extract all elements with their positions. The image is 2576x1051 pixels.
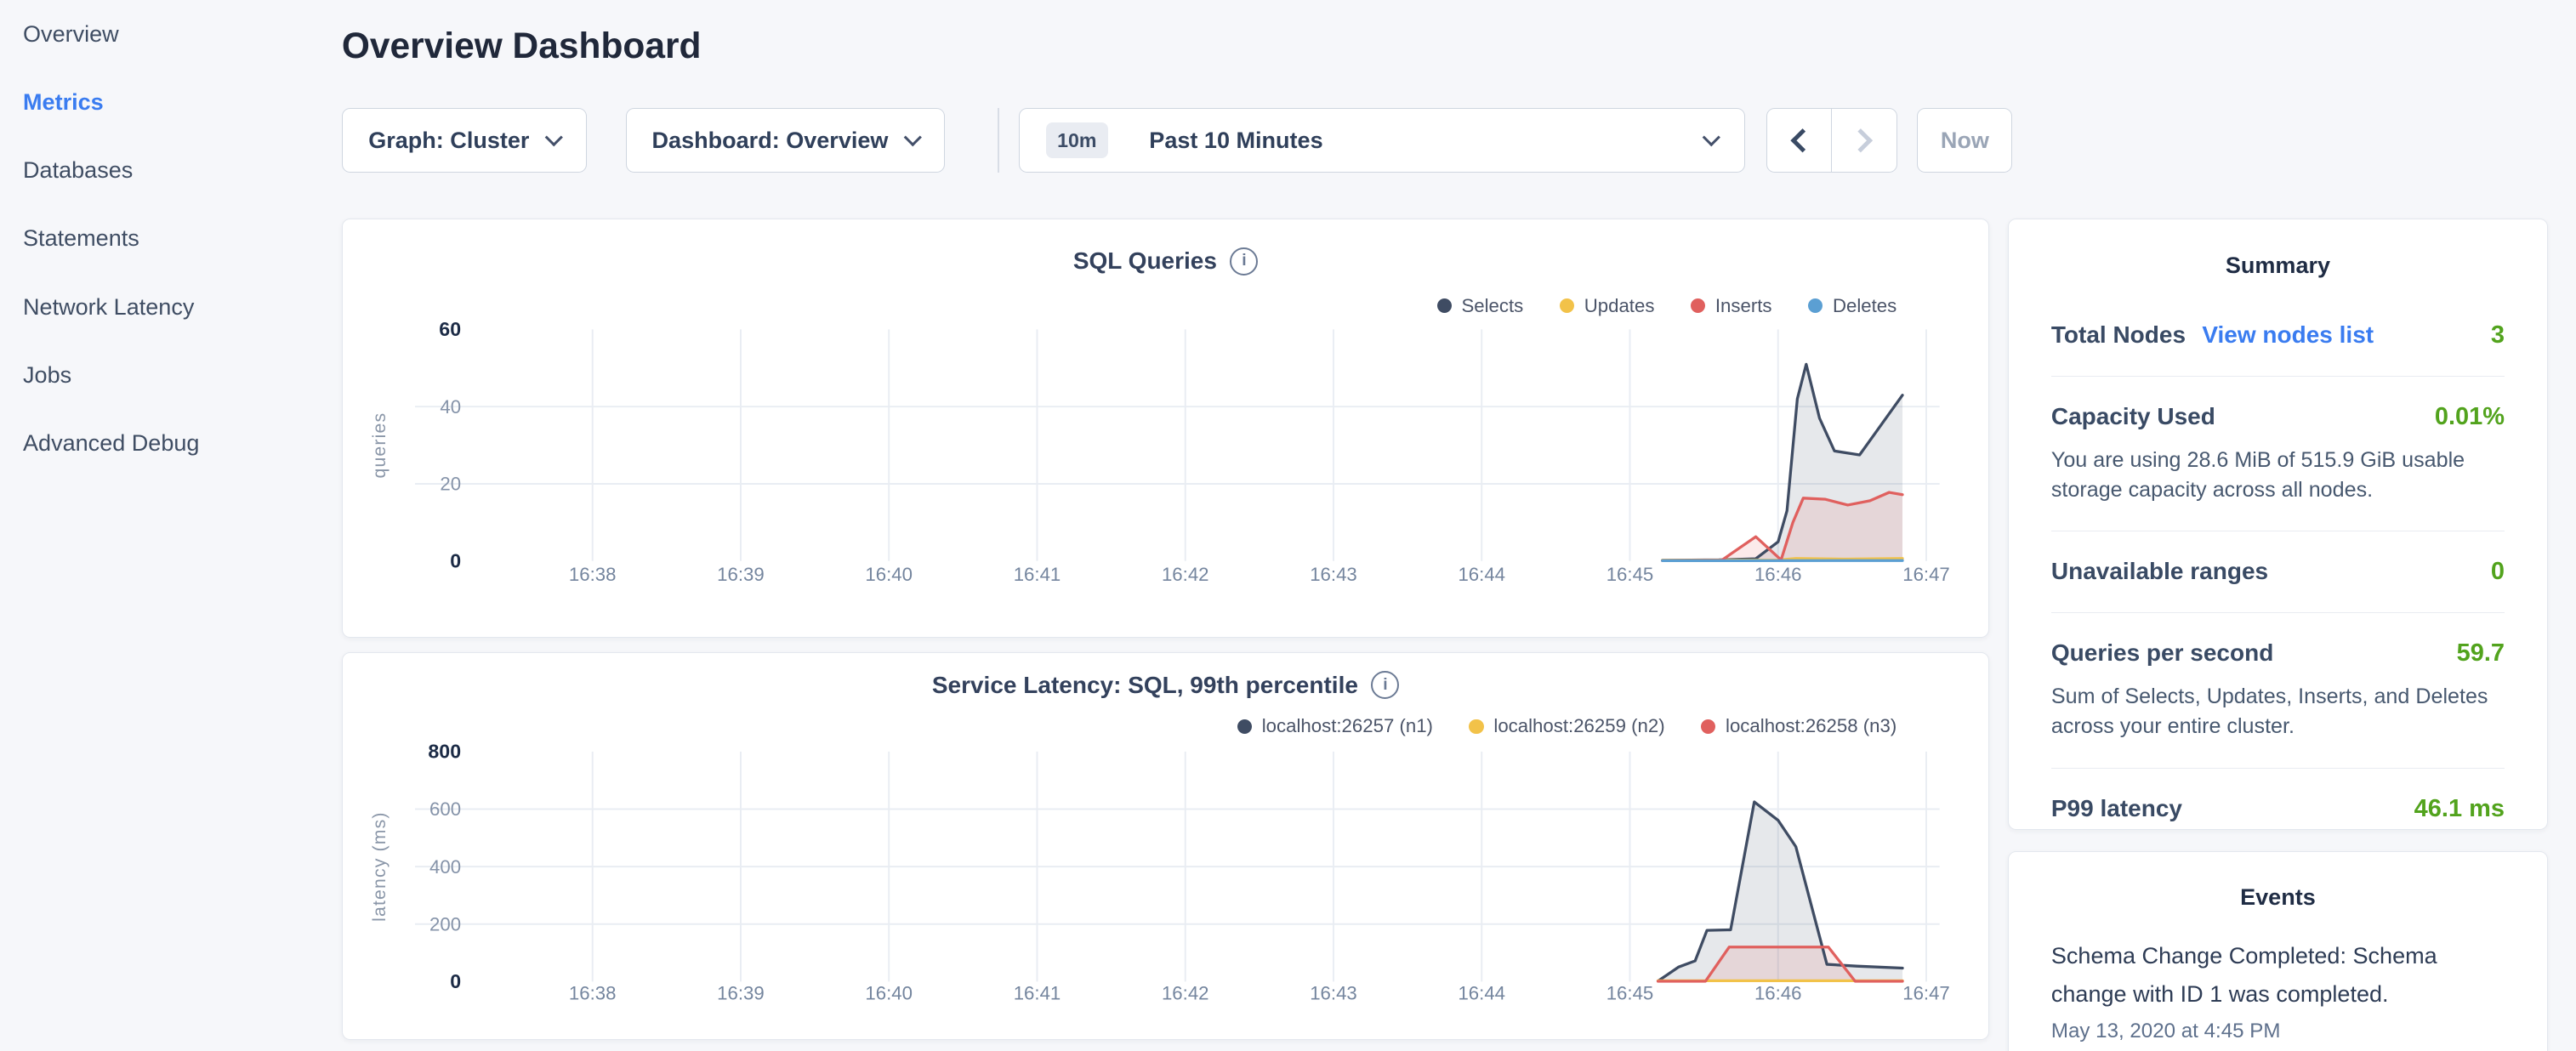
chevron-down-icon — [904, 128, 922, 146]
svg-text:16:47: 16:47 — [1902, 564, 1950, 585]
total-nodes-label: Total Nodes — [2051, 321, 2186, 349]
chevron-right-icon — [1849, 128, 1874, 153]
chart-card-sql-queries: SQL Queries i Selects Updates Inserts De… — [342, 219, 1990, 638]
summary-row-capacity: Capacity Used 0.01% You are using 28.6 M… — [2051, 377, 2505, 532]
sidebar-item-overview[interactable]: Overview — [0, 0, 328, 68]
event-item: Schema Change Completed: Schema change w… — [2051, 937, 2505, 1043]
time-range-dropdown[interactable]: 10m Past 10 Minutes — [1019, 108, 1745, 172]
svg-text:16:38: 16:38 — [569, 564, 617, 585]
svg-text:latency (ms): latency (ms) — [369, 811, 390, 922]
svg-text:400: 400 — [429, 856, 461, 878]
summary-row-total-nodes: Total Nodes View nodes list 3 — [2051, 295, 2505, 377]
toolbar: Graph: Cluster Dashboard: Overview 10m P… — [342, 108, 2017, 172]
svg-text:60: 60 — [439, 318, 461, 340]
capacity-used-description: You are using 28.6 MiB of 515.9 GiB usab… — [2051, 446, 2505, 505]
sidebar-item-statements[interactable]: Statements — [0, 204, 328, 272]
summary-row-p99-latency: P99 latency 46.1 ms — [2051, 769, 2505, 849]
previous-range-button[interactable] — [1767, 109, 1832, 171]
view-nodes-list-link[interactable]: View nodes list — [2202, 321, 2374, 349]
total-nodes-value: 3 — [2491, 321, 2505, 349]
queries-per-second-value: 59.7 — [2457, 639, 2505, 668]
sidebar-item-databases[interactable]: Databases — [0, 136, 328, 204]
chevron-down-icon — [1703, 128, 1720, 146]
sidebar-item-jobs[interactable]: Jobs — [0, 341, 328, 409]
svg-text:16:45: 16:45 — [1606, 564, 1654, 585]
chevron-left-icon — [1790, 128, 1815, 153]
time-range-pager — [1766, 108, 1898, 172]
graph-source-dropdown[interactable]: Graph: Cluster — [342, 108, 587, 172]
queries-per-second-description: Sum of Selects, Updates, Inserts, and De… — [2051, 682, 2505, 741]
toolbar-divider — [998, 108, 999, 172]
svg-text:0: 0 — [450, 970, 461, 992]
svg-text:16:46: 16:46 — [1754, 564, 1802, 585]
svg-text:16:43: 16:43 — [1310, 983, 1357, 1004]
svg-text:16:43: 16:43 — [1310, 564, 1357, 585]
events-title: Events — [2051, 884, 2505, 911]
svg-text:16:39: 16:39 — [717, 983, 765, 1004]
summary-row-qps: Queries per second 59.7 Sum of Selects, … — [2051, 613, 2505, 769]
p99-latency-label: P99 latency — [2051, 795, 2182, 822]
chevron-down-icon — [545, 128, 563, 146]
svg-text:16:44: 16:44 — [1458, 983, 1505, 1004]
svg-text:16:40: 16:40 — [865, 564, 913, 585]
now-button[interactable]: Now — [1917, 108, 2012, 172]
summary-title: Summary — [2051, 253, 2505, 279]
sidebar-item-advanced-debug[interactable]: Advanced Debug — [0, 409, 328, 477]
sidebar: Overview Metrics Databases Statements Ne… — [0, 0, 328, 477]
dashboard-label: Dashboard: Overview — [652, 128, 889, 154]
unavailable-ranges-label: Unavailable ranges — [2051, 558, 2268, 585]
svg-text:16:39: 16:39 — [717, 564, 765, 585]
summary-card: Summary Total Nodes View nodes list 3 Ca… — [2008, 219, 2549, 830]
events-card: Events Schema Change Completed: Schema c… — [2008, 851, 2549, 1051]
summary-row-unavailable-ranges: Unavailable ranges 0 — [2051, 531, 2505, 613]
svg-text:16:45: 16:45 — [1606, 983, 1654, 1004]
svg-text:16:47: 16:47 — [1902, 983, 1950, 1004]
svg-text:0: 0 — [450, 549, 461, 571]
chart-svg-sql-queries[interactable]: 16:38 16:39 16:40 16:41 16:42 16:43 16:44 16:45… — [343, 219, 1987, 635]
svg-text:16:42: 16:42 — [1162, 983, 1209, 1004]
p99-latency-value: 46.1 ms — [2414, 795, 2505, 823]
time-range-label: Past 10 Minutes — [1149, 128, 1322, 154]
capacity-used-value: 0.01% — [2435, 403, 2505, 431]
dashboard-dropdown[interactable]: Dashboard: Overview — [626, 108, 945, 172]
svg-text:20: 20 — [440, 474, 461, 495]
svg-text:16:41: 16:41 — [1014, 983, 1061, 1004]
capacity-used-label: Capacity Used — [2051, 403, 2215, 430]
time-range-badge: 10m — [1046, 122, 1108, 158]
svg-text:16:41: 16:41 — [1014, 564, 1061, 585]
svg-text:16:42: 16:42 — [1162, 564, 1209, 585]
svg-text:16:44: 16:44 — [1458, 564, 1505, 585]
svg-text:200: 200 — [429, 913, 461, 935]
svg-text:600: 600 — [429, 798, 461, 820]
metrics-page: Overview Metrics Databases Statements Ne… — [0, 0, 2576, 1051]
svg-text:40: 40 — [440, 396, 461, 418]
svg-text:16:40: 16:40 — [865, 983, 913, 1004]
svg-text:16:46: 16:46 — [1754, 983, 1802, 1004]
sidebar-item-metrics[interactable]: Metrics — [0, 68, 328, 136]
event-timestamp: May 13, 2020 at 4:45 PM — [2051, 1020, 2505, 1043]
chart-svg-service-latency[interactable]: 16:38 16:39 16:40 16:41 16:42 16:43 16:44 16:45… — [343, 653, 1987, 1037]
next-range-button[interactable] — [1831, 109, 1896, 171]
chart-card-service-latency: Service Latency: SQL, 99th percentile i … — [342, 652, 1990, 1040]
page-title: Overview Dashboard — [342, 26, 702, 67]
sidebar-item-network-latency[interactable]: Network Latency — [0, 273, 328, 341]
svg-text:800: 800 — [428, 741, 461, 763]
graph-source-label: Graph: Cluster — [368, 128, 529, 154]
unavailable-ranges-value: 0 — [2491, 558, 2505, 586]
svg-text:queries: queries — [369, 412, 390, 479]
svg-text:16:38: 16:38 — [569, 983, 617, 1004]
queries-per-second-label: Queries per second — [2051, 639, 2273, 667]
event-message: Schema Change Completed: Schema change w… — [2051, 937, 2505, 1013]
